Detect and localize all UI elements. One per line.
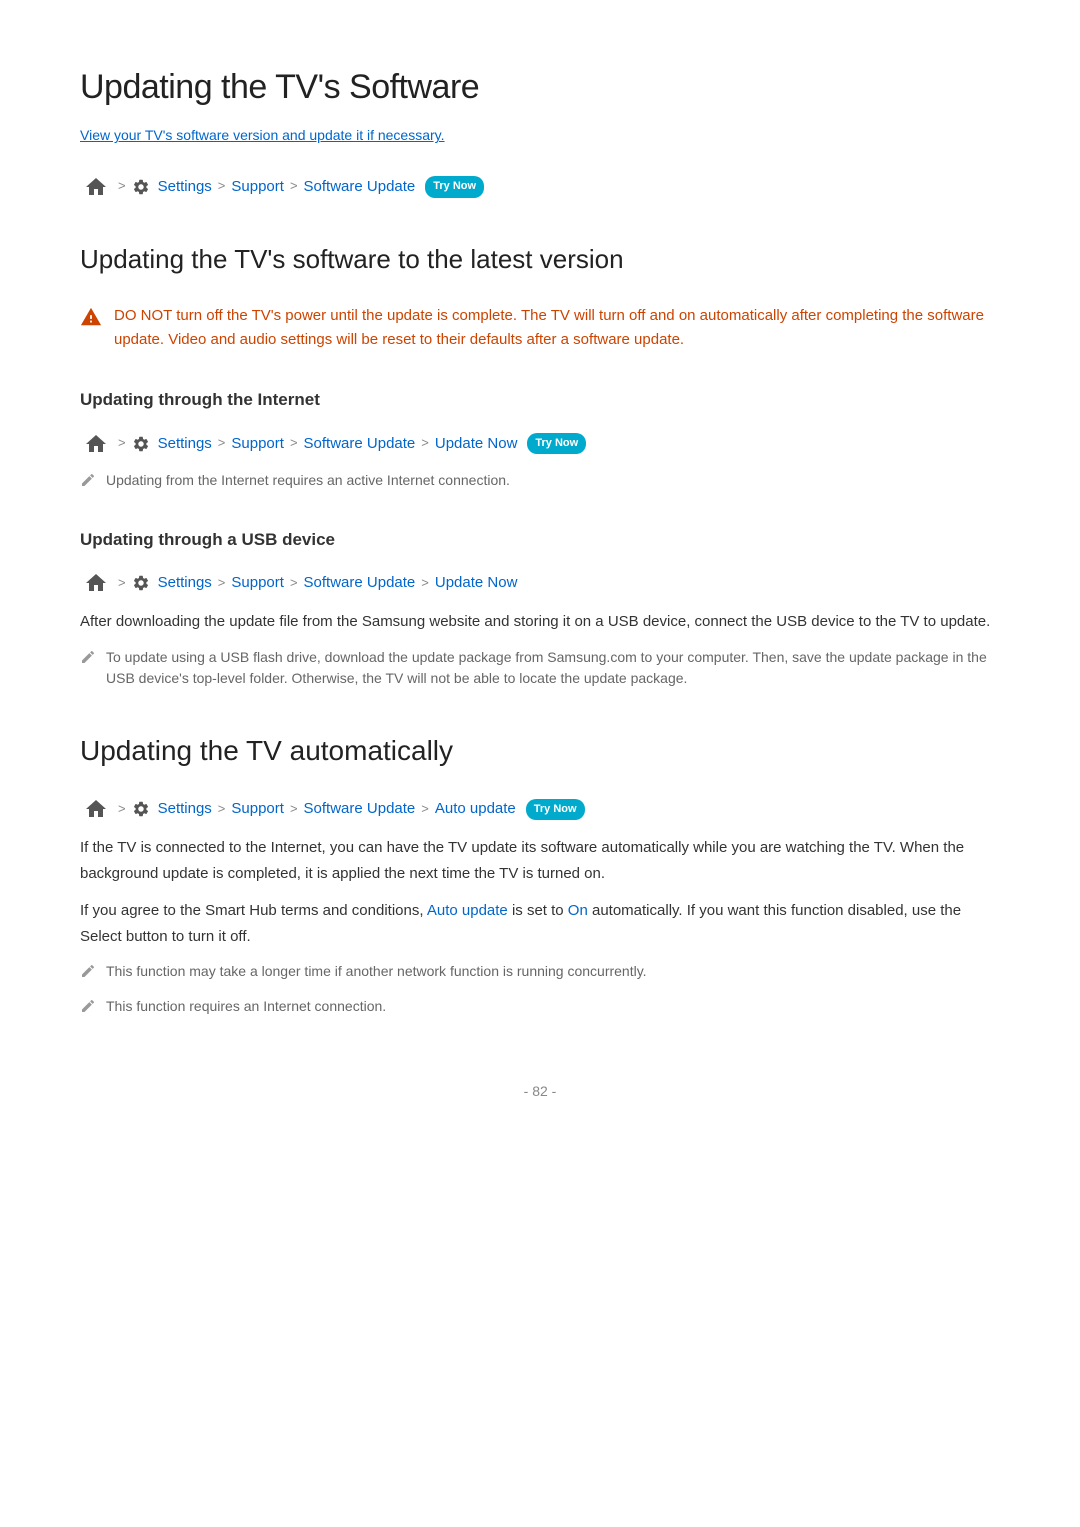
nav-sep-7: > bbox=[421, 433, 429, 454]
nav-sep-4: > bbox=[118, 433, 126, 454]
nav-sep-12: > bbox=[118, 799, 126, 820]
auto-update-inline-link[interactable]: Auto update bbox=[427, 902, 508, 919]
nav-path-auto: > Settings > Support > Software Update >… bbox=[80, 793, 1000, 825]
note-auto-1: This function may take a longer time if … bbox=[80, 961, 1000, 985]
section1-title: Updating the TV's software to the latest… bbox=[80, 239, 1000, 281]
page-title: Updating the TV's Software bbox=[80, 60, 1000, 114]
nav-sep-10: > bbox=[290, 573, 298, 594]
nav-settings-usb[interactable]: Settings bbox=[158, 571, 212, 595]
nav-settings-auto[interactable]: Settings bbox=[158, 797, 212, 821]
warning-triangle-icon bbox=[80, 306, 102, 338]
home-icon bbox=[80, 171, 112, 203]
subsection1-title: Updating through the Internet bbox=[80, 386, 1000, 413]
nav-support-internet[interactable]: Support bbox=[231, 432, 284, 456]
nav-software-update-usb[interactable]: Software Update bbox=[304, 571, 416, 595]
nav-support-usb[interactable]: Support bbox=[231, 571, 284, 595]
section2-title: Updating the TV automatically bbox=[80, 729, 1000, 774]
nav-update-now-internet[interactable]: Update Now bbox=[435, 432, 518, 456]
nav-path-1: > Settings > Support > Software Update T… bbox=[80, 171, 1000, 203]
try-now-badge-internet[interactable]: Try Now bbox=[527, 433, 586, 455]
nav-support-1[interactable]: Support bbox=[231, 175, 284, 199]
nav-gear-icon-2 bbox=[132, 432, 152, 456]
note-text-auto-2: This function requires an Internet conne… bbox=[106, 996, 386, 1017]
try-now-badge-1[interactable]: Try Now bbox=[425, 176, 484, 198]
pencil-icon-3 bbox=[80, 963, 96, 985]
pencil-icon-4 bbox=[80, 998, 96, 1020]
page-subtitle: View your TV's software version and upda… bbox=[80, 124, 1000, 146]
nav-sep-14: > bbox=[290, 799, 298, 820]
nav-software-update-auto[interactable]: Software Update bbox=[304, 797, 416, 821]
nav-sep-8: > bbox=[118, 573, 126, 594]
nav-sep-11: > bbox=[421, 573, 429, 594]
nav-path-usb: > Settings > Support > Software Update >… bbox=[80, 567, 1000, 599]
warning-box: DO NOT turn off the TV's power until the… bbox=[80, 300, 1000, 356]
auto-body-on-text: On bbox=[568, 902, 588, 919]
auto-body-text-2-start: If you agree to the Smart Hub terms and … bbox=[80, 902, 424, 919]
try-now-badge-auto[interactable]: Try Now bbox=[526, 799, 585, 821]
section2: Updating the TV automatically > Settings… bbox=[80, 729, 1000, 1021]
nav-support-auto[interactable]: Support bbox=[231, 797, 284, 821]
note-text-usb: To update using a USB flash drive, downl… bbox=[106, 647, 1000, 689]
nav-sep-15: > bbox=[421, 799, 429, 820]
note-usb: To update using a USB flash drive, downl… bbox=[80, 647, 1000, 689]
home-icon-4 bbox=[80, 793, 112, 825]
home-icon-3 bbox=[80, 567, 112, 599]
subsection2-title: Updating through a USB device bbox=[80, 526, 1000, 553]
note-text-internet: Updating from the Internet requires an a… bbox=[106, 470, 510, 491]
nav-sep-13: > bbox=[218, 799, 226, 820]
page-number: - 82 - bbox=[524, 1083, 557, 1099]
warning-text: DO NOT turn off the TV's power until the… bbox=[114, 304, 1000, 352]
auto-body-text-2: If you agree to the Smart Hub terms and … bbox=[80, 898, 1000, 949]
nav-path-internet: > Settings > Support > Software Update >… bbox=[80, 428, 1000, 460]
nav-software-update-internet[interactable]: Software Update bbox=[304, 432, 416, 456]
pencil-icon-1 bbox=[80, 472, 96, 494]
page-footer: - 82 - bbox=[80, 1080, 1000, 1102]
nav-sep-1: > bbox=[118, 176, 126, 197]
nav-sep-2: > bbox=[218, 176, 226, 197]
note-auto-2: This function requires an Internet conne… bbox=[80, 996, 1000, 1020]
auto-body-text-2-middle: is set to bbox=[512, 902, 568, 919]
nav-settings-1[interactable]: Settings bbox=[158, 175, 212, 199]
nav-gear-icon-4 bbox=[132, 797, 152, 821]
note-text-auto-1: This function may take a longer time if … bbox=[106, 961, 647, 982]
home-icon-2 bbox=[80, 428, 112, 460]
nav-sep-3: > bbox=[290, 176, 298, 197]
auto-body-text-1: If the TV is connected to the Internet, … bbox=[80, 835, 1000, 886]
nav-settings-internet[interactable]: Settings bbox=[158, 432, 212, 456]
nav-update-now-usb[interactable]: Update Now bbox=[435, 571, 518, 595]
note-internet: Updating from the Internet requires an a… bbox=[80, 470, 1000, 494]
usb-body-text: After downloading the update file from t… bbox=[80, 609, 1000, 635]
nav-software-update-1[interactable]: Software Update bbox=[304, 175, 416, 199]
nav-auto-update[interactable]: Auto update bbox=[435, 797, 516, 821]
nav-gear-icon-3 bbox=[132, 571, 152, 595]
nav-sep-6: > bbox=[290, 433, 298, 454]
pencil-icon-2 bbox=[80, 649, 96, 671]
nav-sep-5: > bbox=[218, 433, 226, 454]
nav-gear-icon bbox=[132, 175, 152, 199]
nav-sep-9: > bbox=[218, 573, 226, 594]
